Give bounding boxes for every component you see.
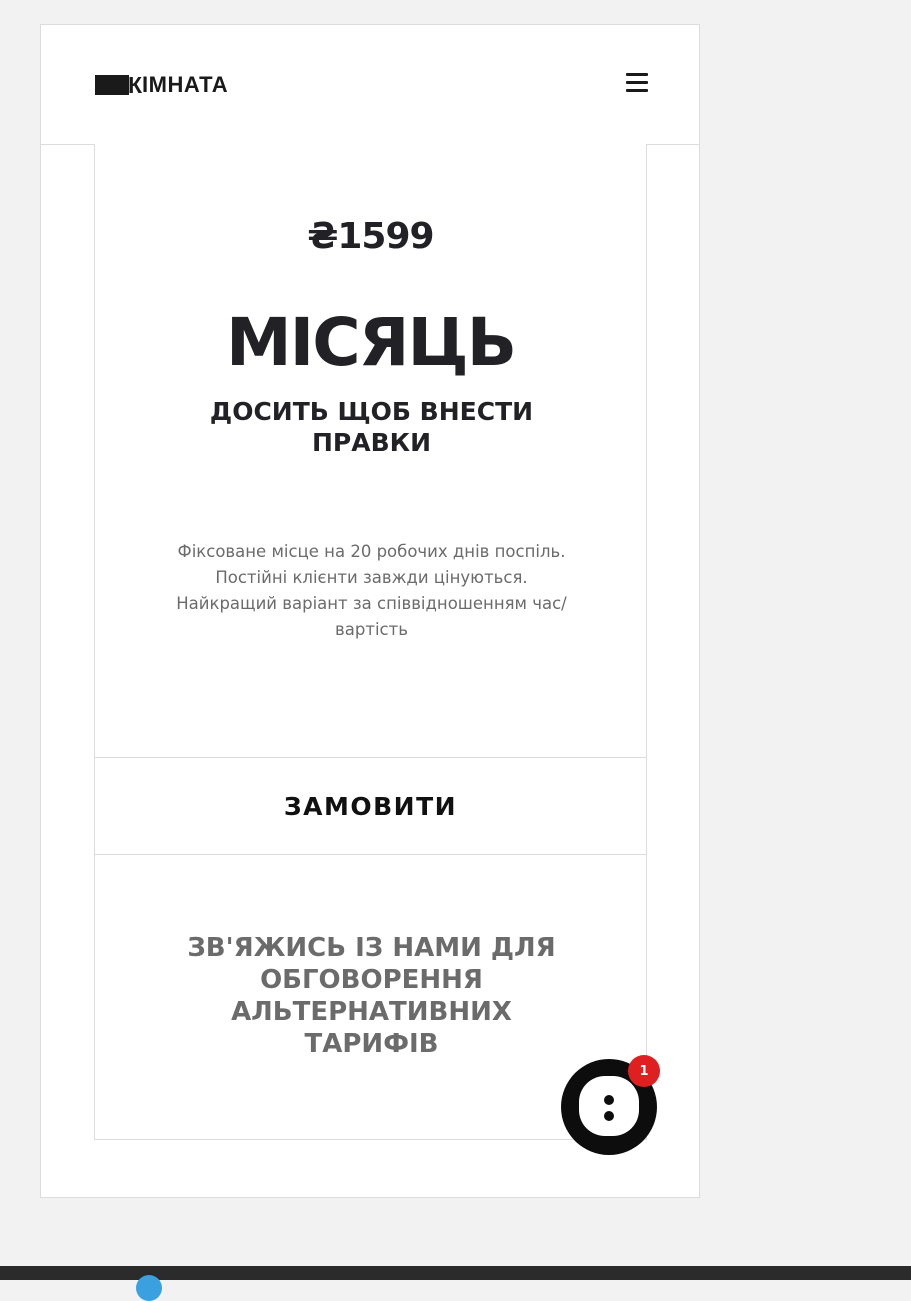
notification-badge: 1 <box>628 1055 660 1087</box>
menu-line <box>626 73 648 76</box>
chat-dot-icon <box>604 1095 614 1105</box>
chat-inner <box>579 1076 639 1136</box>
os-taskbar <box>0 1266 911 1301</box>
logo-letter: К <box>128 72 143 98</box>
description-line: вартість <box>335 620 408 639</box>
contact-us-link[interactable]: ЗВ'ЯЖИСЬ ІЗ НАМИ ДЛЯ ОБГОВОРЕННЯ АЛЬТЕРН… <box>155 932 588 1060</box>
chat-dot-icon <box>604 1111 614 1121</box>
menu-line <box>626 81 648 84</box>
contact-line: ТАРИФІВ <box>304 1029 439 1059</box>
contact-line: ЗВ'ЯЖИСЬ ІЗ НАМИ ДЛЯ <box>187 933 556 963</box>
pricing-card: ₴1599 МІСЯЦЬ ДОСИТЬ ЩОБ ВНЕСТИ ПРАВКИ Фі… <box>94 144 647 1140</box>
plan-price: ₴1599 <box>307 216 434 257</box>
order-button[interactable]: ЗАМОВИТИ <box>95 757 646 855</box>
contact-line: АЛЬТЕРНАТИВНИХ <box>231 997 512 1027</box>
site-header: К ІМНАТА <box>41 25 699 145</box>
plan-subtitle: ДОСИТЬ ЩОБ ВНЕСТИ ПРАВКИ <box>209 397 534 457</box>
description-line: Постійні клієнти завжди цінуються. <box>215 568 528 587</box>
logo-block-icon <box>95 75 129 95</box>
plan-title: МІСЯЦЬ <box>225 304 517 381</box>
plan-description: Фіксоване місце на 20 робочих днів поспі… <box>135 539 608 643</box>
description-line: Фіксоване місце на 20 робочих днів поспі… <box>177 542 566 561</box>
hamburger-menu-icon[interactable] <box>626 73 650 95</box>
app-icon[interactable] <box>136 1275 162 1301</box>
contact-line: ОБГОВОРЕННЯ <box>260 965 483 995</box>
chat-tail <box>615 1119 625 1131</box>
kimnata-logo[interactable]: К ІМНАТА <box>95 72 229 98</box>
logo-text: ІМНАТА <box>142 72 229 97</box>
description-line: Найкращий варіант за співвідношенням час… <box>176 594 567 613</box>
menu-line <box>626 89 648 92</box>
